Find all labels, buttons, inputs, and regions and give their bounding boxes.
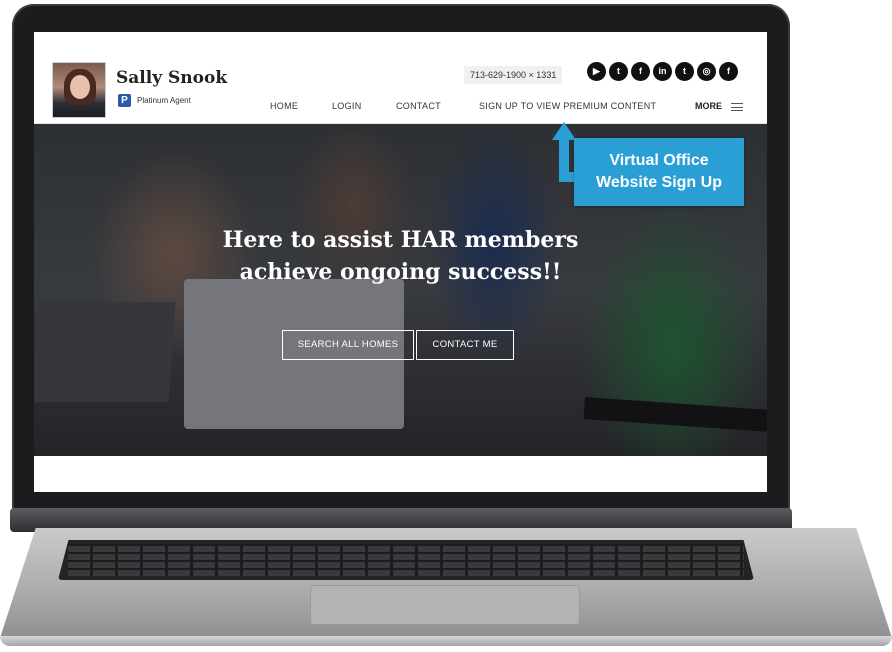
nav-contact[interactable]: CONTACT	[396, 101, 441, 111]
youtube-icon[interactable]: ▶	[587, 62, 606, 81]
laptop-keyboard	[58, 540, 754, 580]
laptop-mockup: Sally Snook P Platinum Agent 713-629-190…	[0, 0, 892, 652]
hamburger-menu-icon[interactable]	[731, 103, 743, 111]
twitter-icon[interactable]: t	[675, 62, 694, 81]
twitter-icon[interactable]: t	[609, 62, 628, 81]
nav-home[interactable]: HOME	[270, 101, 298, 111]
phone-number[interactable]: 713-629-1900 × 1331	[464, 66, 563, 84]
hero-photo-detail	[583, 397, 767, 433]
site-header: Sally Snook P Platinum Agent 713-629-190…	[34, 32, 767, 124]
hero-title-line: Here to assist HAR members	[222, 227, 579, 253]
nav-login[interactable]: LOGIN	[332, 101, 362, 111]
agent-name[interactable]: Sally Snook	[116, 68, 227, 88]
nav-more[interactable]: MORE	[695, 101, 722, 111]
hero-photo-laptop	[34, 302, 176, 402]
callout-line: Virtual Office	[609, 152, 709, 169]
facebook-icon[interactable]: f	[631, 62, 650, 81]
contact-me-button[interactable]: CONTACT ME	[416, 330, 514, 360]
virtual-office-callout: Virtual Office Website Sign Up	[574, 138, 744, 206]
callout-arrow-icon	[552, 122, 576, 140]
main-nav: HOME LOGIN CONTACT SIGN UP TO VIEW PREMI…	[34, 101, 767, 117]
nav-sign-up-premium[interactable]: SIGN UP TO VIEW PREMIUM CONTENT	[479, 101, 656, 111]
facebook-icon[interactable]: f	[719, 62, 738, 81]
hero-title-line: achieve ongoing success!!	[239, 259, 562, 285]
social-links: ▶ t f in t ◎ f	[587, 62, 738, 81]
callout-line: Website Sign Up	[596, 174, 722, 191]
laptop-screen: Sally Snook P Platinum Agent 713-629-190…	[34, 32, 767, 492]
page-footer-area	[34, 456, 767, 492]
laptop-trackpad	[310, 585, 580, 625]
instagram-icon[interactable]: ◎	[697, 62, 716, 81]
laptop-front-edge	[0, 636, 892, 646]
linkedin-icon[interactable]: in	[653, 62, 672, 81]
search-all-homes-button[interactable]: SEARCH ALL HOMES	[282, 330, 414, 360]
hero-title: Here to assist HAR members achieve ongoi…	[34, 224, 767, 288]
